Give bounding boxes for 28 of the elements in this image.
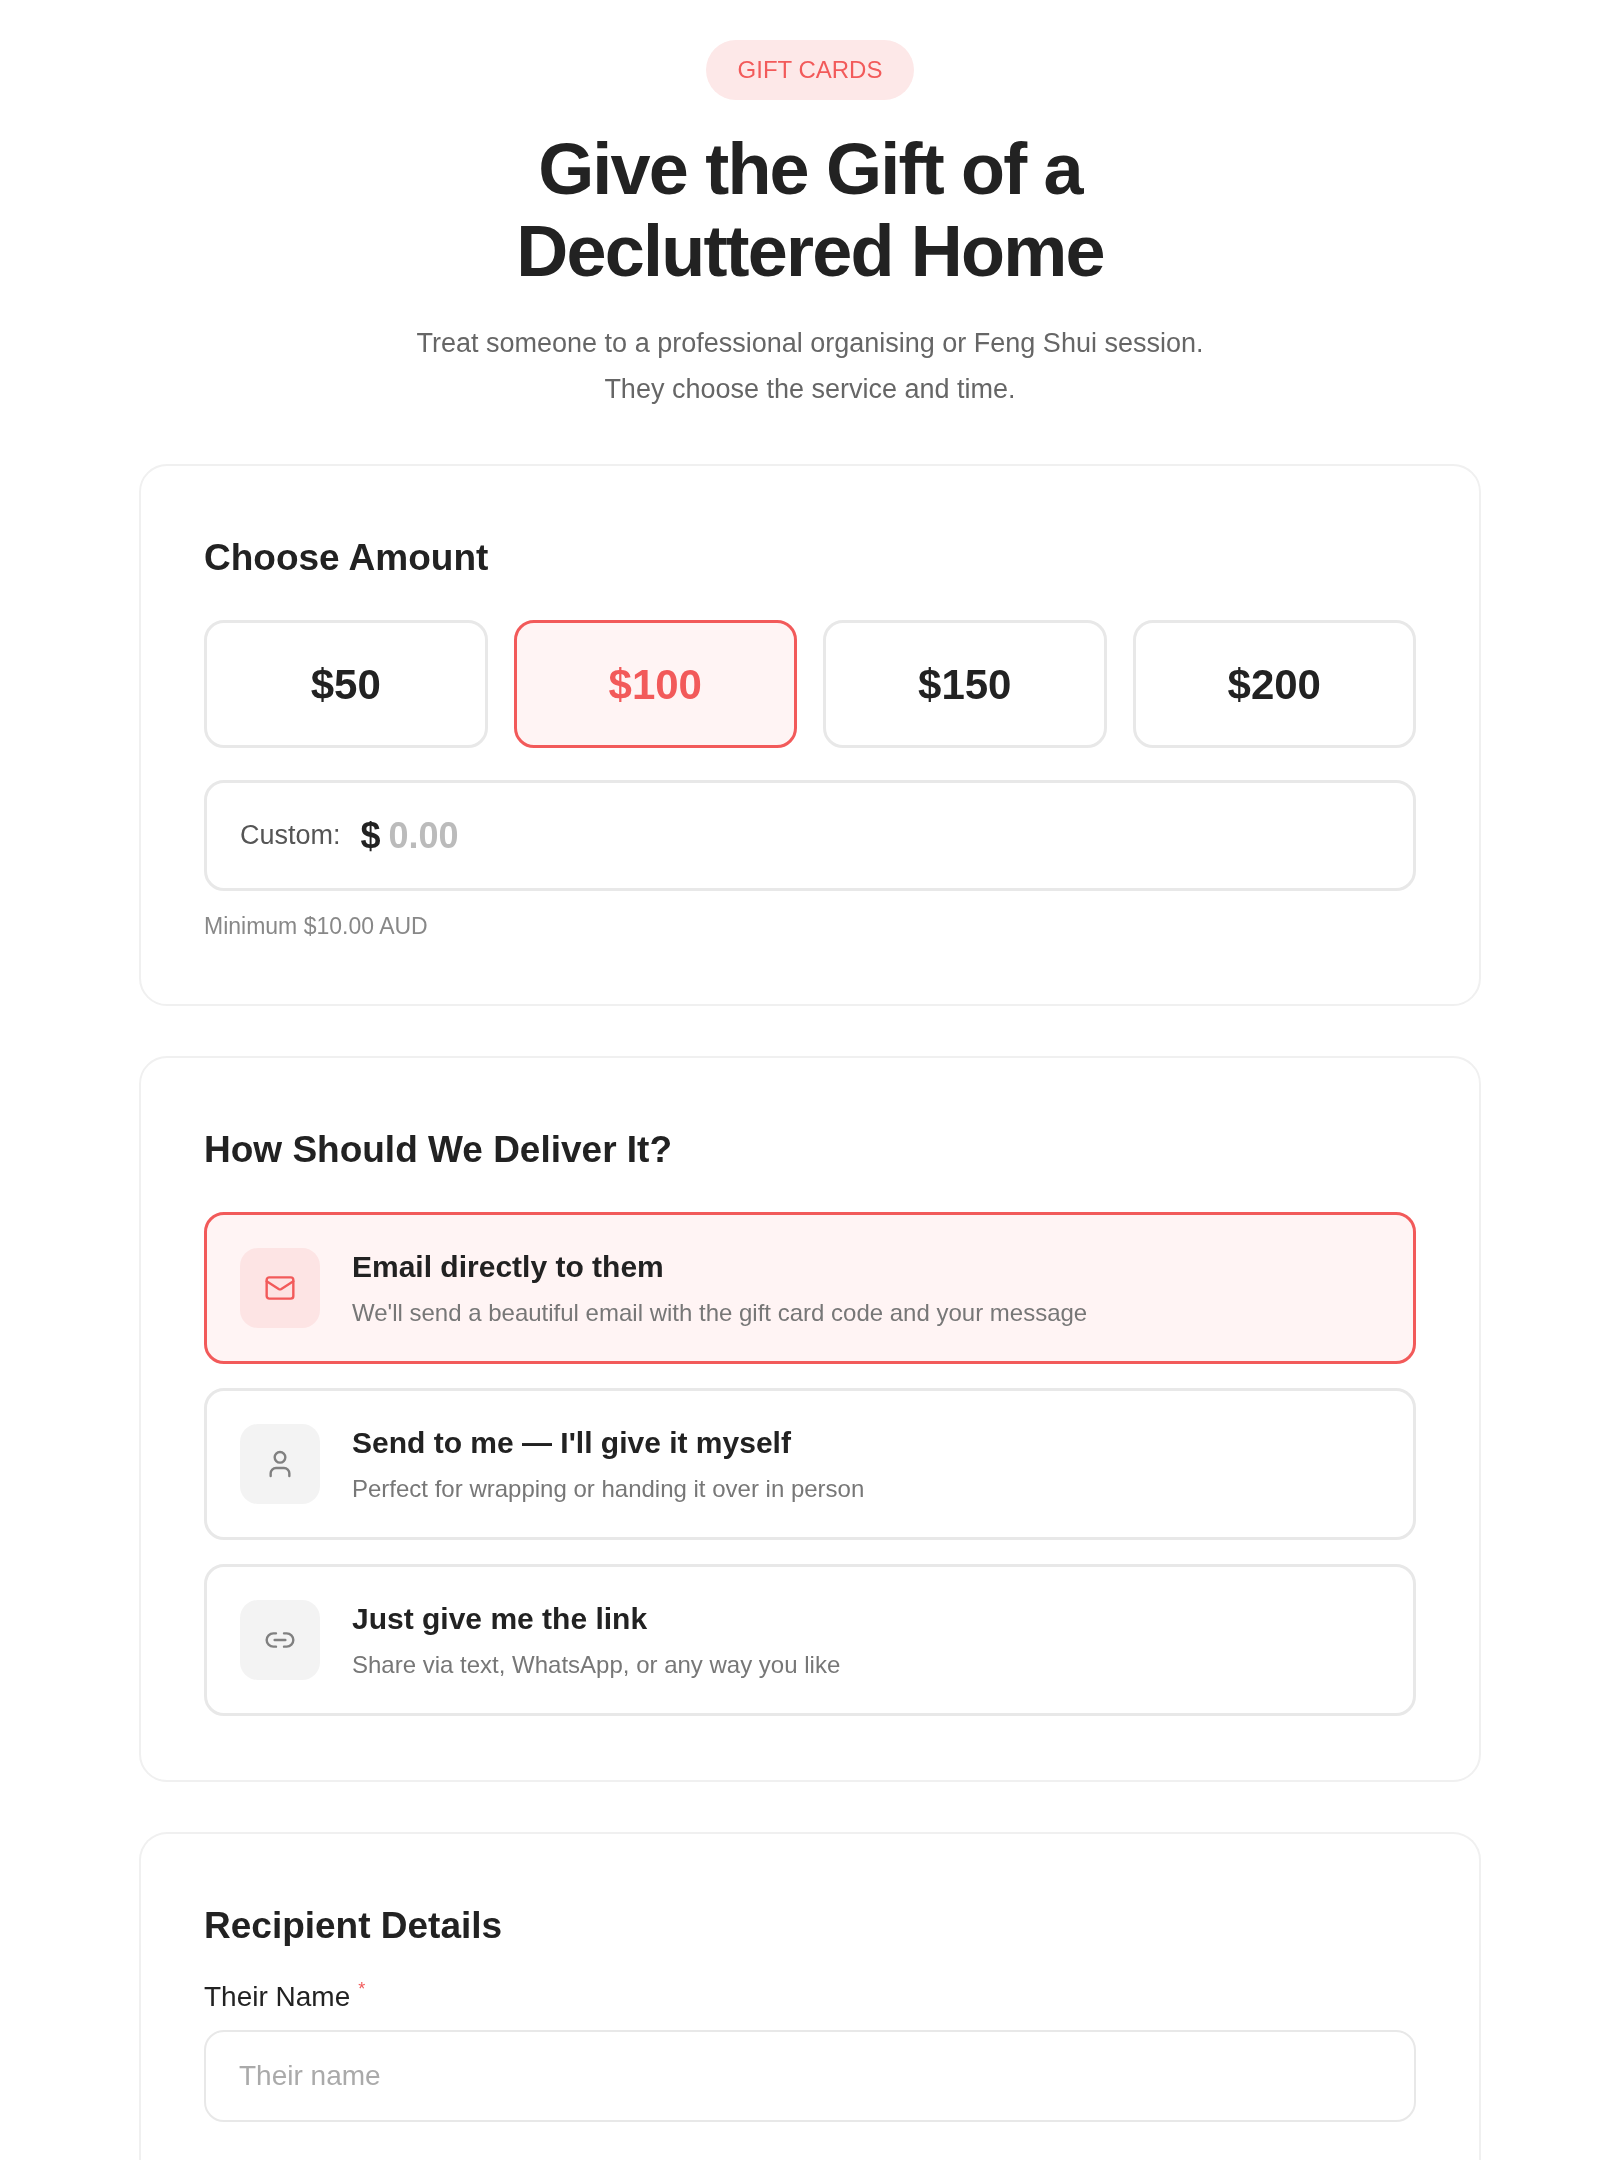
delivery-option[interactable]: Just give me the link Share via text, WhatsApp, or any way you like <box>204 1563 1416 1716</box>
amount-input[interactable]: 0.00 <box>388 808 1380 863</box>
required-asterisk: * <box>358 1977 366 2001</box>
amount-option[interactable]: $50 <box>204 620 488 748</box>
delivery-option[interactable]: Send to me — I'll give it myself Perfect for wrapping or handing it over in person <box>204 1387 1416 1540</box>
page-title: Give the Gift of a <box>538 128 1082 210</box>
option-description: Share via text, WhatsApp, or any way you like <box>352 1650 841 1680</box>
field-label: Their Name <box>204 1979 351 2014</box>
section-heading: Recipient Details <box>204 1903 504 1948</box>
option-title: Email directly to them <box>352 1249 665 1285</box>
option-description: We'll send a beautiful email with the gift card code and your message <box>352 1298 1088 1328</box>
name-input[interactable]: Their name <box>204 2029 1416 2122</box>
amount-option[interactable]: $200 <box>1132 620 1416 748</box>
custom-amount-field[interactable]: Custom: $ 0.00 <box>204 780 1416 891</box>
minimum-hint: Minimum $10.00 AUD <box>204 912 429 941</box>
option-description: Perfect for wrapping or handing it over in person <box>352 1474 865 1504</box>
page-subtitle: They choose the service and time. <box>604 373 1016 406</box>
delivery-option[interactable]: Email directly to them We'll send a beautiful email with the gift card code and your message <box>204 1211 1416 1364</box>
option-title: Just give me the link <box>352 1601 649 1637</box>
currency-symbol: $ <box>360 813 381 858</box>
page-subtitle: Treat someone to a professional organising or Feng Shui session. <box>416 327 1204 360</box>
section-heading: How Should We Deliver It? <box>204 1127 674 1172</box>
page-title: Decluttered Home <box>516 210 1104 292</box>
field-label: Custom: <box>240 819 341 853</box>
section-badge: GIFT CARDS <box>705 40 915 100</box>
amount-option[interactable]: $150 <box>823 620 1107 748</box>
option-title: Send to me — I'll give it myself <box>352 1425 792 1461</box>
section-heading: Choose Amount <box>204 536 490 580</box>
